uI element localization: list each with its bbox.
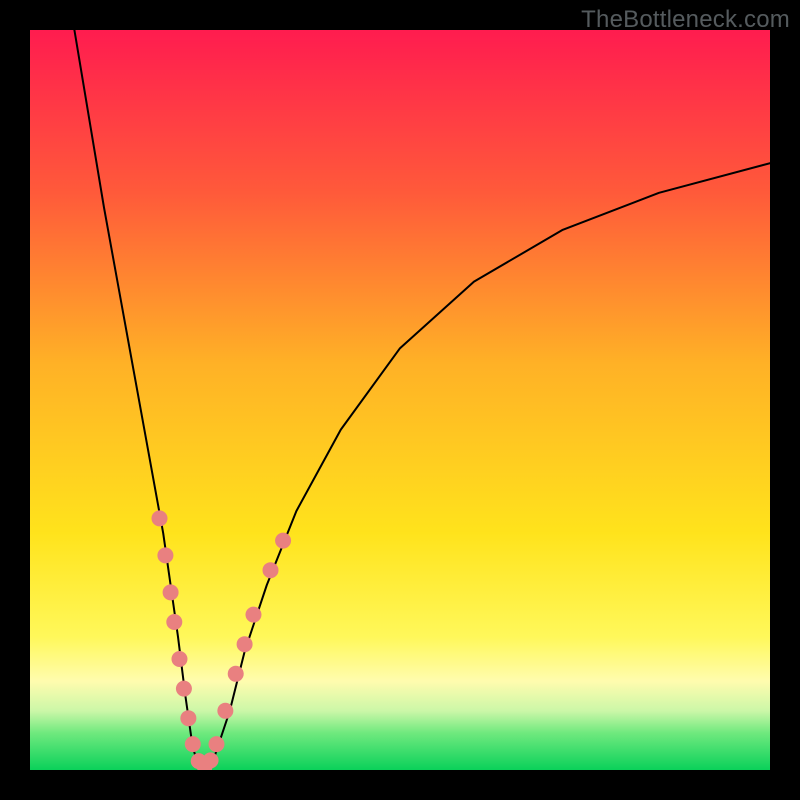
chart-frame: TheBottleneck.com <box>0 0 800 800</box>
chart-svg <box>30 30 770 770</box>
highlight-dot <box>217 703 233 719</box>
highlight-dot <box>185 736 201 752</box>
highlight-dot <box>237 636 253 652</box>
highlight-dot <box>275 533 291 549</box>
highlight-dot <box>171 651 187 667</box>
highlight-dot <box>176 681 192 697</box>
highlight-dot <box>208 736 224 752</box>
highlight-dot <box>203 752 219 768</box>
highlight-dot <box>263 562 279 578</box>
plot-area <box>30 30 770 770</box>
highlight-dot <box>180 710 196 726</box>
highlight-dot <box>228 666 244 682</box>
highlight-dot <box>166 614 182 630</box>
highlight-dot <box>152 510 168 526</box>
highlight-dot <box>245 607 261 623</box>
highlight-dot <box>157 547 173 563</box>
highlight-dot <box>163 584 179 600</box>
watermark-text: TheBottleneck.com <box>581 6 790 34</box>
